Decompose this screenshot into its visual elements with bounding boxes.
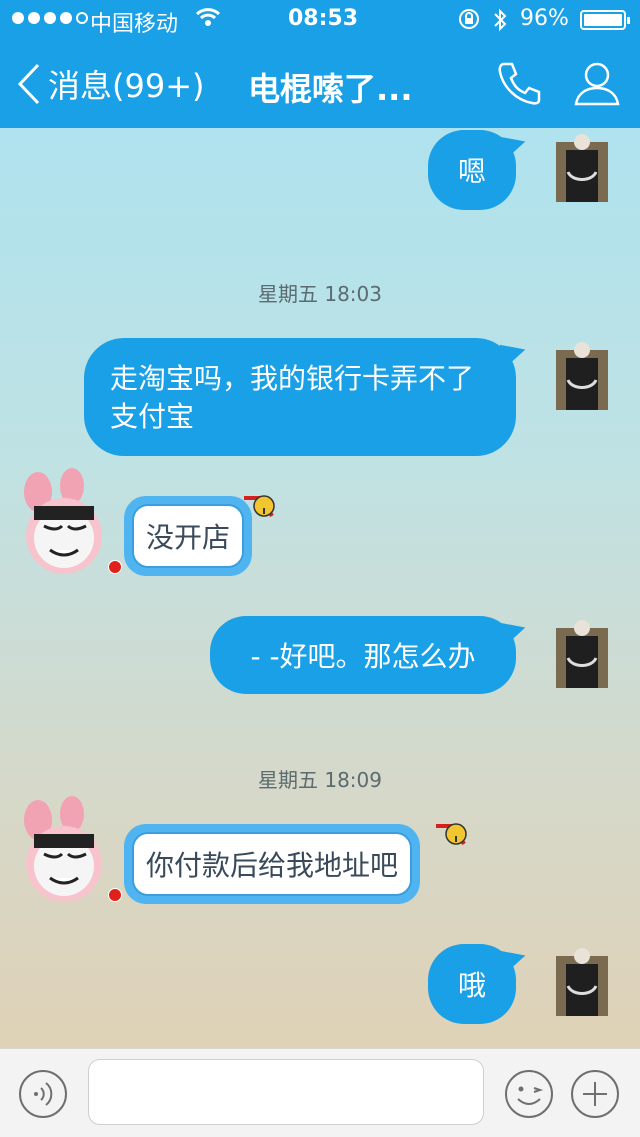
- chat-title: 电棍嗦了...: [248, 70, 413, 108]
- signal-strength-icon: [12, 12, 88, 24]
- wifi-icon: [195, 8, 221, 26]
- contact-profile-icon[interactable]: [572, 58, 622, 108]
- bell-icon: [436, 823, 467, 845]
- my-avatar[interactable]: [552, 946, 612, 1016]
- back-label: 消息(99+): [48, 67, 205, 105]
- outgoing-message-bubble[interactable]: 走淘宝吗，我的银行卡弄不了支付宝: [84, 338, 529, 456]
- status-bar: 中国移动 08:53 96%: [0, 0, 640, 40]
- incoming-message-bubble[interactable]: 没开店: [124, 496, 253, 576]
- outgoing-message-bubble[interactable]: 哦: [428, 944, 529, 1024]
- phone-icon[interactable]: [494, 58, 544, 108]
- message-text: 嗯: [457, 155, 486, 188]
- outgoing-message-bubble[interactable]: 嗯: [428, 130, 529, 210]
- battery-percentage: 96%: [520, 6, 569, 31]
- my-avatar[interactable]: [552, 340, 612, 410]
- rotation-lock-icon: [459, 9, 479, 29]
- status-dot: [108, 560, 122, 574]
- message-text: 你付款后给我地址吧: [132, 832, 413, 896]
- incoming-message-bubble[interactable]: 你付款后给我地址吧: [124, 824, 421, 904]
- message-input[interactable]: [88, 1059, 484, 1125]
- voice-input-icon[interactable]: [18, 1069, 68, 1119]
- message-text: 哦: [457, 969, 486, 1002]
- message-text: 没开店: [132, 504, 245, 568]
- timestamp: 星期五 18:09: [258, 768, 382, 792]
- bell-icon: [244, 495, 275, 517]
- bluetooth-icon: [494, 8, 507, 32]
- outgoing-message-bubble[interactable]: - -好吧。那怎么办: [210, 616, 529, 694]
- contact-avatar[interactable]: [16, 466, 112, 578]
- my-avatar[interactable]: [552, 618, 612, 688]
- chevron-left-icon: [17, 63, 40, 105]
- message-text: 走淘宝吗，我的银行卡弄不了支付宝: [110, 362, 475, 433]
- status-time: 08:53: [288, 6, 359, 31]
- back-button[interactable]: 消息(99+): [14, 58, 205, 110]
- emoji-icon[interactable]: [504, 1069, 554, 1119]
- carrier-name: 中国移动: [90, 12, 179, 37]
- status-dot: [108, 888, 122, 902]
- battery-icon: [580, 10, 630, 30]
- header-bar: 中国移动 08:53 96% 消息(99+) 电棍嗦了...: [0, 0, 640, 128]
- my-avatar[interactable]: [552, 132, 612, 202]
- timestamp: 星期五 18:03: [258, 282, 382, 306]
- message-text: - -好吧。那怎么办: [250, 640, 476, 673]
- plus-icon[interactable]: [570, 1069, 620, 1119]
- input-bar: [0, 1048, 640, 1137]
- contact-avatar[interactable]: [16, 794, 112, 906]
